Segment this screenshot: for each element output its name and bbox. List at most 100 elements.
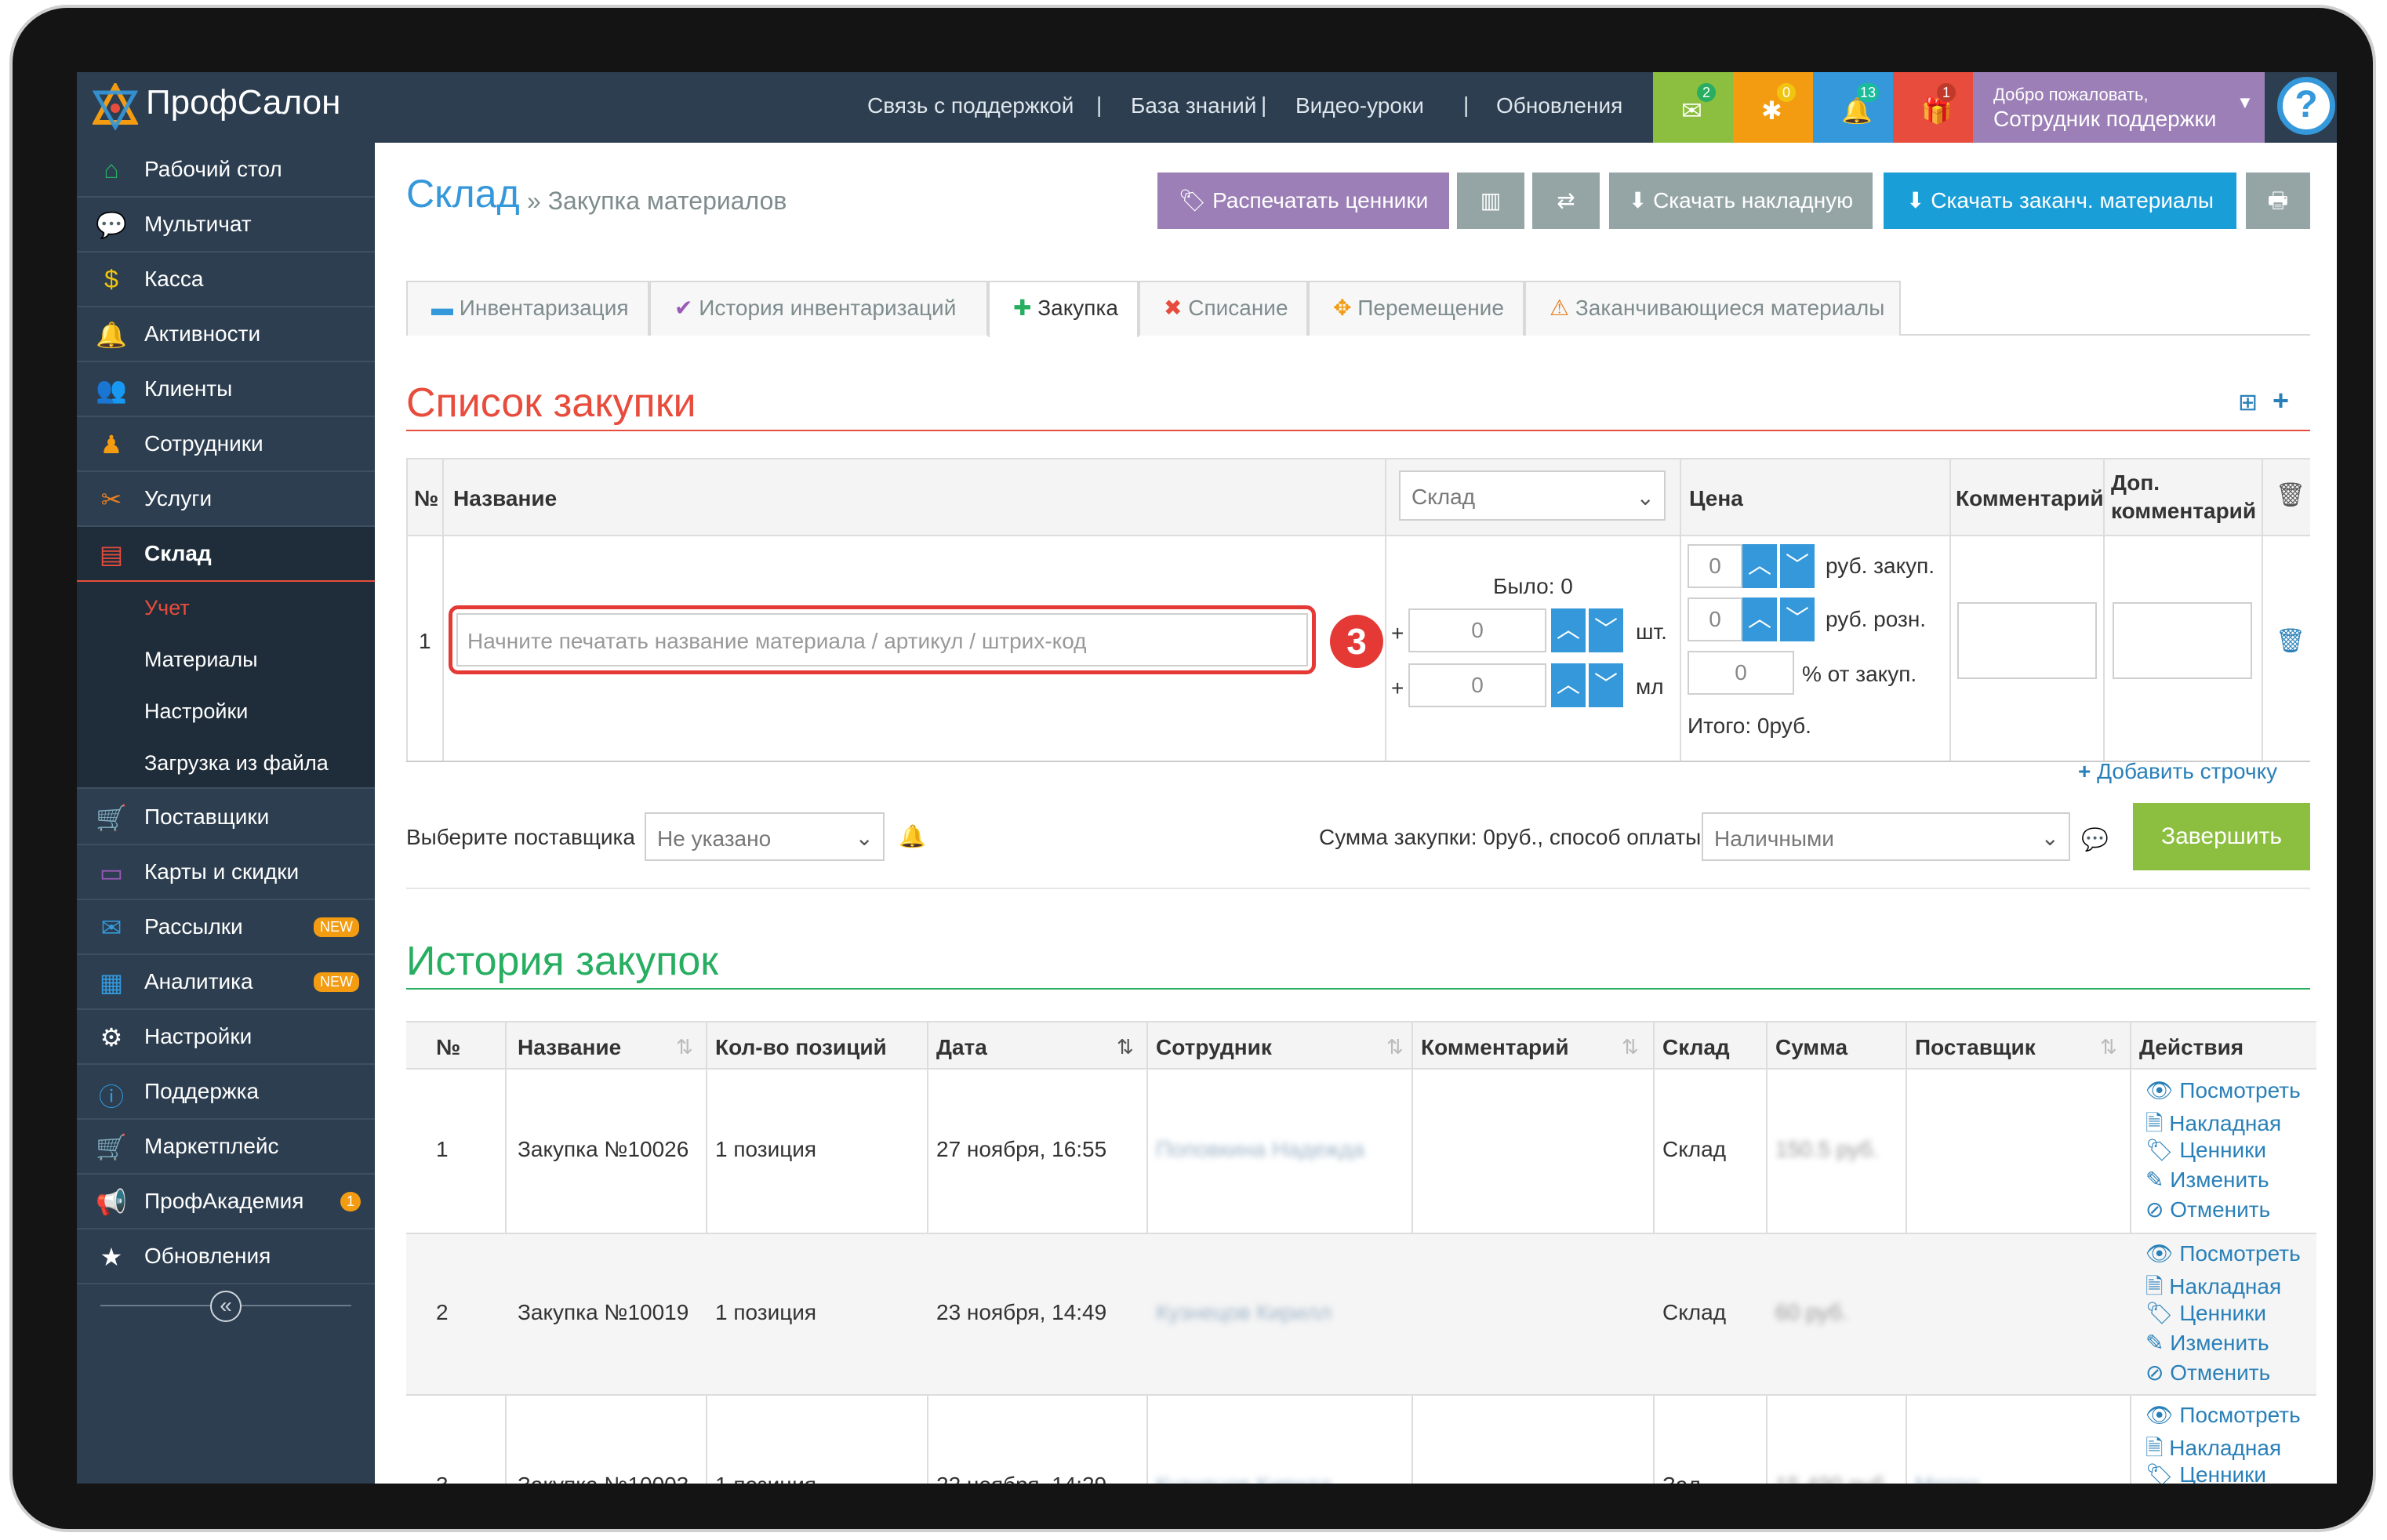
sort-icon[interactable]: ⇅	[1622, 1035, 1639, 1059]
sidebar-subitem-materials[interactable]: Материалы	[77, 634, 375, 685]
sort-icon[interactable]: ⇅	[1117, 1035, 1134, 1059]
payment-select[interactable]: Наличными ⌄	[1702, 812, 2070, 861]
chevron-down-icon[interactable]: ﹀	[1780, 544, 1815, 588]
chevron-up-icon[interactable]: ︿	[1742, 597, 1777, 641]
knowledge-base-link[interactable]: База знаний	[1131, 93, 1256, 118]
col-comment[interactable]: Комментарий	[1421, 1035, 1569, 1060]
col-supplier[interactable]: Поставщик	[1915, 1035, 2036, 1060]
video-lessons-link[interactable]: Видео-уроки	[1295, 93, 1424, 118]
tab-transfer[interactable]: ✥ Перемещение	[1308, 281, 1524, 336]
sidebar-item-mailings[interactable]: ✉ Рассылки NEW	[77, 900, 375, 955]
tasks-tile[interactable]: ✱ 0	[1733, 72, 1813, 143]
chevron-up-icon[interactable]: ︿	[1551, 663, 1586, 707]
sidebar-item-services[interactable]: ✂ Услуги	[77, 472, 375, 527]
download-ending-button[interactable]: ⬇ Скачать заканч. материалы	[1884, 173, 2236, 229]
qty-ml-input[interactable]: 0	[1408, 663, 1546, 707]
chevron-down-icon[interactable]: ﹀	[1589, 663, 1623, 707]
qty-pcs-input[interactable]: 0	[1408, 608, 1546, 652]
notifications-badge: 13	[1857, 83, 1880, 102]
comment-input[interactable]	[1957, 602, 2097, 679]
sidebar-subitem-import[interactable]: Загрузка из файла	[77, 737, 375, 789]
barcode-button[interactable]: ▥	[1457, 173, 1524, 229]
chevron-down-icon: ⌄	[1636, 485, 1655, 510]
sidebar-item-multichat[interactable]: 💬 Мультичат	[77, 198, 375, 252]
sidebar-item-marketplace[interactable]: 🛒 Маркетплейс	[77, 1120, 375, 1175]
cancel-link[interactable]: ⊘ Отменить	[2145, 1360, 2270, 1386]
dollar-icon: $	[104, 265, 118, 293]
cell-employee[interactable]: Кузнецов Кирилл	[1156, 1473, 1332, 1484]
collapse-button[interactable]: «	[210, 1291, 242, 1322]
price-retail-input[interactable]: 0	[1688, 597, 1742, 641]
tab-inventory-history[interactable]: ✔ История инвентаризаций	[649, 281, 988, 336]
tab-write-off[interactable]: ✖ Списание	[1139, 281, 1308, 336]
price-buy-input[interactable]: 0	[1688, 544, 1742, 588]
tab-ending-materials[interactable]: ⚠ Заканчивающиеся материалы	[1524, 281, 1901, 336]
notifications-tile[interactable]: 🔔 13	[1813, 72, 1893, 143]
sort-icon[interactable]: ⇅	[2100, 1035, 2117, 1059]
purchase-rule	[406, 430, 2310, 431]
supplier-select[interactable]: Не указано ⌄	[645, 812, 885, 861]
cell-employee[interactable]: Поповкина Надежда	[1156, 1137, 1364, 1162]
edit-link[interactable]: ✎ Изменить	[2145, 1330, 2269, 1356]
sidebar-item-updates[interactable]: ★ Обновления	[77, 1229, 375, 1284]
sidebar-item-employees[interactable]: ♟ Сотрудники	[77, 417, 375, 472]
sidebar-subitem-accounting[interactable]: Учет	[77, 582, 375, 634]
tab-inventory[interactable]: ▬ Инвентаризация	[406, 281, 649, 336]
chevron-up-icon[interactable]: ︿	[1551, 608, 1586, 652]
chevron-down-icon[interactable]: ﹀	[1780, 597, 1815, 641]
tags-link[interactable]: 🏷 Ценники	[2145, 1462, 2266, 1484]
comment-icon[interactable]: 💬	[2081, 826, 2109, 852]
trash-icon[interactable]: 🗑	[2276, 627, 2305, 655]
sort-icon[interactable]: ⇅	[676, 1035, 693, 1059]
view-link[interactable]: 👁 Посмотреть	[2145, 1077, 2301, 1103]
print-tags-button[interactable]: 🏷 Распечатать ценники	[1157, 173, 1449, 229]
extra-comment-input[interactable]	[2113, 602, 2252, 679]
material-search-input[interactable]: Начните печатать название материала / ар…	[456, 613, 1308, 666]
sidebar-item-analytics[interactable]: ▦ Аналитика NEW	[77, 955, 375, 1010]
cancel-link[interactable]: ⊘ Отменить	[2145, 1197, 2270, 1222]
trash-icon[interactable]: 🗑	[2276, 481, 2305, 509]
sort-icon[interactable]: ⇅	[1386, 1035, 1404, 1059]
sidebar-item-clients[interactable]: 👥 Клиенты	[77, 362, 375, 417]
cell-supplier[interactable]: Метро	[1915, 1473, 1979, 1484]
print-button[interactable]: 🖶	[2246, 173, 2310, 229]
chevron-up-icon[interactable]: ︿	[1742, 544, 1777, 588]
sidebar-item-academy[interactable]: 📢 ПрофАкадемия 1	[77, 1175, 375, 1229]
sidebar-item-warehouse[interactable]: ▤ Склад	[77, 527, 375, 582]
logo-text[interactable]: ПрофСалон	[146, 83, 340, 122]
chevron-down-icon[interactable]: ﹀	[1589, 608, 1623, 652]
col-date[interactable]: Дата	[936, 1035, 987, 1060]
download-invoice-button[interactable]: ⬇ Скачать накладную	[1609, 173, 1873, 229]
add-icon[interactable]: +	[2273, 384, 2289, 417]
percent-input[interactable]: 0	[1688, 651, 1794, 695]
hierarchy-icon[interactable]: ⊞	[2238, 389, 2258, 416]
gifts-tile[interactable]: 🎁 1	[1893, 72, 1973, 143]
tab-purchase[interactable]: ✚ Закупка	[988, 281, 1139, 337]
bell-icon[interactable]: 🔔	[899, 823, 926, 849]
sidebar-item-cash[interactable]: $ Касса	[77, 252, 375, 307]
add-row-link[interactable]: + Добавить строчку	[2078, 759, 2277, 784]
col-name[interactable]: Название	[518, 1035, 621, 1060]
transfer-button[interactable]: ⇄	[1532, 173, 1600, 229]
updates-link[interactable]: Обновления	[1496, 93, 1622, 118]
sidebar-item-dashboard[interactable]: ⌂ Рабочий стол	[77, 143, 375, 198]
sidebar-subitem-settings[interactable]: Настройки	[77, 685, 375, 737]
view-link[interactable]: 👁 Посмотреть	[2145, 1240, 2301, 1266]
user-menu[interactable]: Добро пожаловать, Сотрудник поддержки ▼	[1973, 72, 2265, 143]
help-button[interactable]: ?	[2277, 77, 2335, 135]
sidebar-item-suppliers[interactable]: 🛒 Поставщики	[77, 790, 375, 845]
messages-tile[interactable]: ✉ 2	[1653, 72, 1733, 143]
cell-employee[interactable]: Кузнецов Кирилл	[1156, 1300, 1332, 1325]
sidebar-item-activities[interactable]: 🔔 Активности	[77, 307, 375, 362]
view-link[interactable]: 👁 Посмотреть	[2145, 1402, 2301, 1428]
sidebar-item-settings[interactable]: ⚙ Настройки	[77, 1010, 375, 1065]
warehouse-select[interactable]: Склад ⌄	[1399, 470, 1666, 521]
tags-link[interactable]: 🏷 Ценники	[2145, 1137, 2266, 1163]
col-employee[interactable]: Сотрудник	[1156, 1035, 1272, 1060]
finish-button[interactable]: Завершить	[2133, 803, 2310, 870]
support-link[interactable]: Связь с поддержкой	[867, 93, 1074, 118]
tags-link[interactable]: 🏷 Ценники	[2145, 1300, 2266, 1326]
sidebar-item-cards[interactable]: ▭ Карты и скидки	[77, 845, 375, 900]
edit-link[interactable]: ✎ Изменить	[2145, 1167, 2269, 1193]
sidebar-item-support[interactable]: ⓘ Поддержка	[77, 1065, 375, 1120]
